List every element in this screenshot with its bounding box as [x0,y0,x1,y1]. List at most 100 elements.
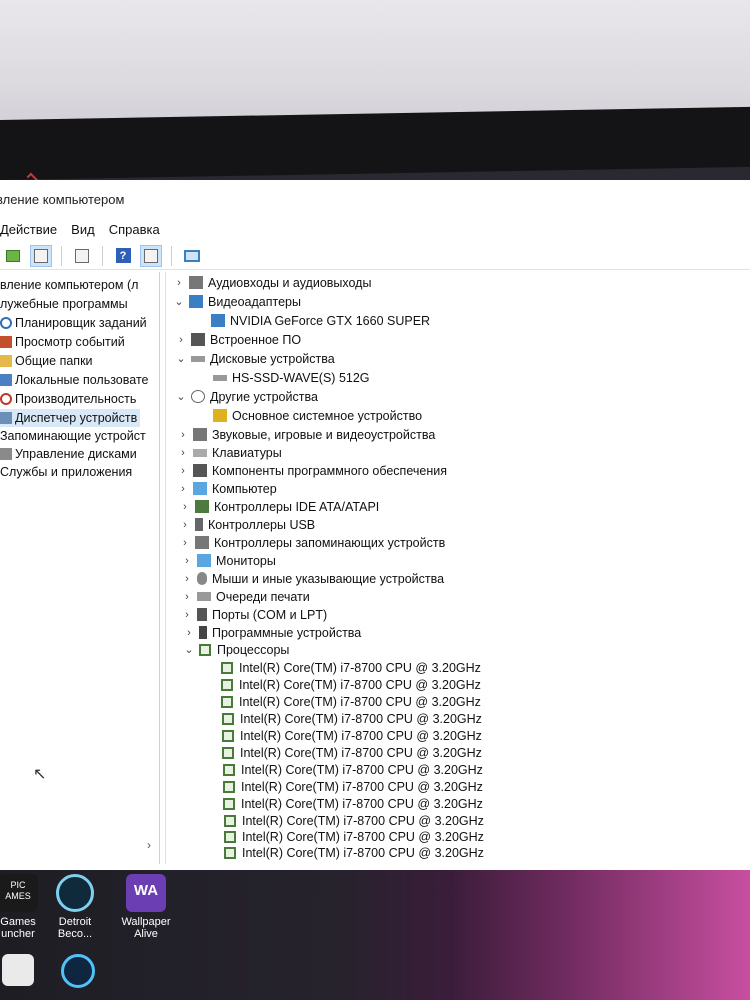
tree-item-event-viewer[interactable]: Просмотр событий [0,333,125,351]
tree-node-keyboards[interactable]: › Клавиатуры [176,444,282,461]
tree-item-local-users[interactable]: Локальные пользовате [0,371,148,389]
tree-node-print-queues[interactable]: › Очереди печати [180,588,310,605]
chevron-right-icon[interactable]: › [180,555,194,567]
tree-node-ssd[interactable]: HS-SSD-WAVE(S) 512G [210,369,370,386]
tree-node-sound[interactable]: › Звуковые, игровые и видеоустройства [176,426,435,443]
warning-device-icon [213,409,227,422]
tree-node-firmware[interactable]: › Встроенное ПО [174,331,301,348]
menu-help[interactable]: Справка [109,222,160,240]
tree-item-shared-folders[interactable]: Общие папки [0,352,93,370]
processor-icon [223,780,235,793]
up-folder-button[interactable] [2,245,24,267]
help-button[interactable]: ? [112,245,134,267]
desktop-icon-detroit[interactable]: Detroit Beco... [52,874,98,940]
node-label: Intel(R) Core(TM) i7-8700 CPU @ 3.20GHz [241,762,483,777]
tree-node-computer[interactable]: › Компьютер [176,480,277,497]
tree-item-label: вление компьютером (л [0,278,139,292]
tree-node-cpu[interactable]: Intel(R) Core(TM) i7-8700 CPU @ 3.20GHz [222,710,482,727]
tree-node-display-adapters[interactable]: ⌄ Видеоадаптеры [172,293,301,310]
monitor-icon [197,554,211,567]
desktop-icon-app[interactable] [58,954,98,992]
tree-item-task-scheduler[interactable]: Планировщик заданий [0,314,147,332]
node-label: Другие устройства [210,389,318,404]
chevron-right-icon[interactable]: › [176,429,190,441]
tree-item-label: Производительность [15,392,137,406]
desktop-icon-epic-games[interactable]: PIC AMES Games uncher [0,874,42,940]
properties-button[interactable] [30,244,52,267]
chevron-right-icon[interactable]: › [178,501,192,513]
tree-node-audio-io[interactable]: › Аудиовходы и аудиовыходы [172,274,371,291]
tree-node-cpu[interactable]: Intel(R) Core(TM) i7-8700 CPU @ 3.20GHz [221,659,481,676]
tree-node-cpu[interactable]: Intel(R) Core(TM) i7-8700 CPU @ 3.20GHz [222,727,482,744]
tree-item-device-manager[interactable]: Диспетчер устройств [0,409,140,427]
chevron-right-icon[interactable]: › [180,573,194,585]
unknown-device-icon [191,390,205,403]
display-adapter-icon [211,314,225,327]
menu-action[interactable]: Действие [0,222,57,240]
tree-node-base-system-device[interactable]: Основное системное устройство [210,407,422,424]
chevron-right-icon[interactable]: › [180,591,194,603]
processor-icon [223,797,235,810]
computer-management-window: вление компьютером Действие Вид Справка … [0,180,750,870]
node-label: Дисковые устройства [210,351,335,366]
node-label: Intel(R) Core(TM) i7-8700 CPU @ 3.20GHz [241,779,483,794]
tree-item-system-tools[interactable]: лужебные программы [0,295,128,313]
chevron-down-icon[interactable]: ⌄ [182,643,196,656]
tree-node-ide[interactable]: › Контроллеры IDE ATA/ATAPI [178,498,379,515]
tree-item-computer-management[interactable]: вление компьютером (л [0,276,138,294]
tree-item-disk-management[interactable]: Управление дисками [0,445,137,463]
chevron-down-icon[interactable]: ⌄ [172,295,186,308]
menu-view[interactable]: Вид [71,222,95,240]
tree-item-services-apps[interactable]: Службы и приложения [0,463,132,481]
chevron-right-icon[interactable]: › [182,627,196,639]
chevron-down-icon[interactable]: ⌄ [174,352,188,365]
printer-icon [197,592,211,601]
tree-node-disk-drives[interactable]: ⌄ Дисковые устройства [174,350,335,367]
port-icon [197,608,207,621]
tree-node-software-devices[interactable]: › Программные устройства [182,624,361,641]
chevron-right-icon[interactable]: › [178,519,192,531]
tree-node-gpu[interactable]: NVIDIA GeForce GTX 1660 SUPER [208,312,430,329]
tree-node-storage-controllers[interactable]: › Контроллеры запоминающих устройств [178,534,445,551]
tree-item-storage[interactable]: Запоминающие устройст [0,427,146,445]
chevron-right-icon[interactable]: › [172,277,186,289]
tree-node-cpu[interactable]: Intel(R) Core(TM) i7-8700 CPU @ 3.20GHz [222,744,482,761]
chevron-right-icon[interactable]: › [178,537,192,549]
chevron-right-icon[interactable]: › [176,483,190,495]
tree-node-cpu[interactable]: Intel(R) Core(TM) i7-8700 CPU @ 3.20GHz [223,778,483,795]
desktop-icon-capcut[interactable] [0,954,36,990]
node-label: Очереди печати [216,589,310,604]
tree-node-cpu[interactable]: Intel(R) Core(TM) i7-8700 CPU @ 3.20GHz [223,761,483,778]
tree-node-other-devices[interactable]: ⌄ Другие устройства [174,388,318,405]
scroll-right-icon[interactable]: › [147,838,151,852]
tree-node-ports[interactable]: › Порты (COM и LPT) [180,606,327,623]
tree-node-mice[interactable]: › Мыши и иные указывающие устройства [180,570,444,587]
tree-node-cpu[interactable]: Intel(R) Core(TM) i7-8700 CPU @ 3.20GHz [224,812,484,829]
desktop-icon-wallpaper-alive[interactable]: WA Wallpaper Alive [118,874,174,940]
console-tree-icon [75,248,89,263]
tree-node-cpu[interactable]: Intel(R) Core(TM) i7-8700 CPU @ 3.20GHz [224,828,484,845]
tree-node-cpu[interactable]: Intel(R) Core(TM) i7-8700 CPU @ 3.20GHz [221,676,481,693]
console-tree-button[interactable] [71,245,93,267]
tree-item-performance[interactable]: Производительность [0,390,136,408]
chevron-down-icon[interactable]: ⌄ [174,390,188,403]
tree-node-software-components[interactable]: › Компоненты программного обеспечения [176,462,447,479]
monitor-button[interactable] [181,245,203,267]
properties-icon [34,248,48,263]
tree-node-cpu[interactable]: Intel(R) Core(TM) i7-8700 CPU @ 3.20GHz [221,693,481,710]
chevron-right-icon[interactable]: › [176,447,190,459]
tree-node-usb[interactable]: › Контроллеры USB [178,516,315,533]
tree-node-processors[interactable]: ⌄ Процессоры [182,641,289,658]
chevron-right-icon[interactable]: › [176,465,190,477]
tree-node-cpu[interactable]: Intel(R) Core(TM) i7-8700 CPU @ 3.20GHz [223,795,483,812]
node-label: Клавиатуры [212,445,282,460]
ide-icon [195,500,209,513]
node-label: Intel(R) Core(TM) i7-8700 CPU @ 3.20GHz [242,813,484,828]
chevron-right-icon[interactable]: › [174,334,188,346]
tree-node-monitors[interactable]: › Мониторы [180,552,276,569]
window-title: вление компьютером [0,192,125,207]
tree-node-cpu[interactable]: Intel(R) Core(TM) i7-8700 CPU @ 3.20GHz [224,844,484,861]
chevron-right-icon[interactable]: › [180,609,194,621]
tree-item-label: Локальные пользовате [15,373,149,387]
details-button[interactable] [140,244,162,267]
